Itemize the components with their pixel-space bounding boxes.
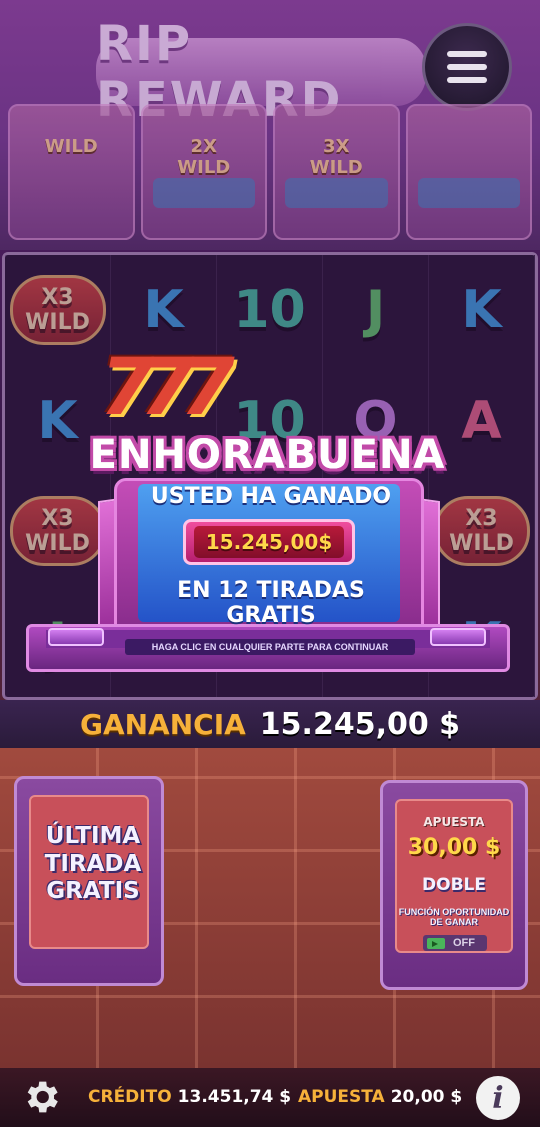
bet-display[interactable]: APUESTA 20,00 $ <box>298 1087 462 1107</box>
credit-label: CRÉDITO <box>88 1087 172 1107</box>
tier-progress <box>417 178 520 208</box>
last-free-spin-panel: ÚLTIMA TIRADA GRATIS <box>14 776 164 986</box>
reward-tier <box>405 104 532 240</box>
game-logo: RIP REWARD <box>96 16 426 128</box>
hamburger-icon <box>447 51 487 57</box>
reward-tier: WILD <box>8 104 135 240</box>
tier-label: WILD <box>44 136 98 157</box>
bet-panel[interactable]: APUESTA 30,00 $ DOBLE FUNCIÓN OPORTUNIDA… <box>380 780 528 990</box>
popup-subtitle: USTED HA GANADO <box>150 484 392 509</box>
top-area: RIP REWARD WILD 2X WILD 3X WILD <box>0 0 540 250</box>
last-free-spin-line: TIRADA <box>44 850 142 877</box>
gear-icon[interactable] <box>20 1076 62 1118</box>
reward-tier: 2X WILD <box>140 104 267 240</box>
last-free-spin-line: ÚLTIMA <box>45 823 141 849</box>
win-bar: GANANCIA 15.245,00 $ <box>0 700 540 748</box>
last-free-spin-text: ÚLTIMA TIRADA GRATIS <box>33 823 153 906</box>
free-spins-text: EN 12 TIRADAS GRATIS <box>177 578 365 628</box>
win-amount-box: 15.245,00$ <box>183 519 355 565</box>
tier-progress <box>285 178 388 208</box>
tier-progress <box>152 178 255 208</box>
menu-button[interactable] <box>422 23 512 111</box>
hamburger-icon-line <box>447 77 487 83</box>
credit-display: CRÉDITO 13.451,74 $ <box>88 1087 291 1107</box>
win-value: 15.245,00 $ <box>259 706 461 742</box>
double-label: DOBLE <box>422 875 486 895</box>
info-icon[interactable]: i <box>476 1076 520 1120</box>
continue-prompt[interactable]: HAGA CLIC EN CUALQUIER PARTE PARA CONTIN… <box>125 639 415 655</box>
tier-label: 3X WILD <box>309 136 363 178</box>
toggle-state: OFF <box>453 937 475 949</box>
machine-light <box>430 628 486 646</box>
bet-value: 20,00 $ <box>390 1087 463 1107</box>
bet-panel-title: APUESTA <box>423 815 485 829</box>
feature-label: FUNCIÓN OPORTUNIDAD DE GANAR <box>398 907 510 928</box>
footer-bar: CRÉDITO 13.451,74 $ APUESTA 20,00 $ i <box>0 1068 540 1127</box>
popup-title: ENHORABUENA <box>89 432 446 478</box>
last-free-spin-line: GRATIS <box>46 878 140 905</box>
hamburger-icon-line <box>447 64 487 70</box>
chance-feature-toggle[interactable]: OFF <box>423 935 487 951</box>
machine-light <box>48 628 104 646</box>
reward-tiers: WILD 2X WILD 3X WILD <box>8 104 532 240</box>
play-arrow-icon <box>427 937 445 949</box>
credit-value: 13.451,74 $ <box>177 1087 292 1107</box>
reward-tier: 3X WILD <box>273 104 400 240</box>
bet-label: APUESTA <box>298 1087 385 1107</box>
win-label: GANANCIA <box>79 707 246 741</box>
tier-label: 2X WILD <box>177 136 231 178</box>
win-amount: 15.245,00$ <box>194 526 344 558</box>
bet-panel-value: 30,00 $ <box>407 835 501 860</box>
